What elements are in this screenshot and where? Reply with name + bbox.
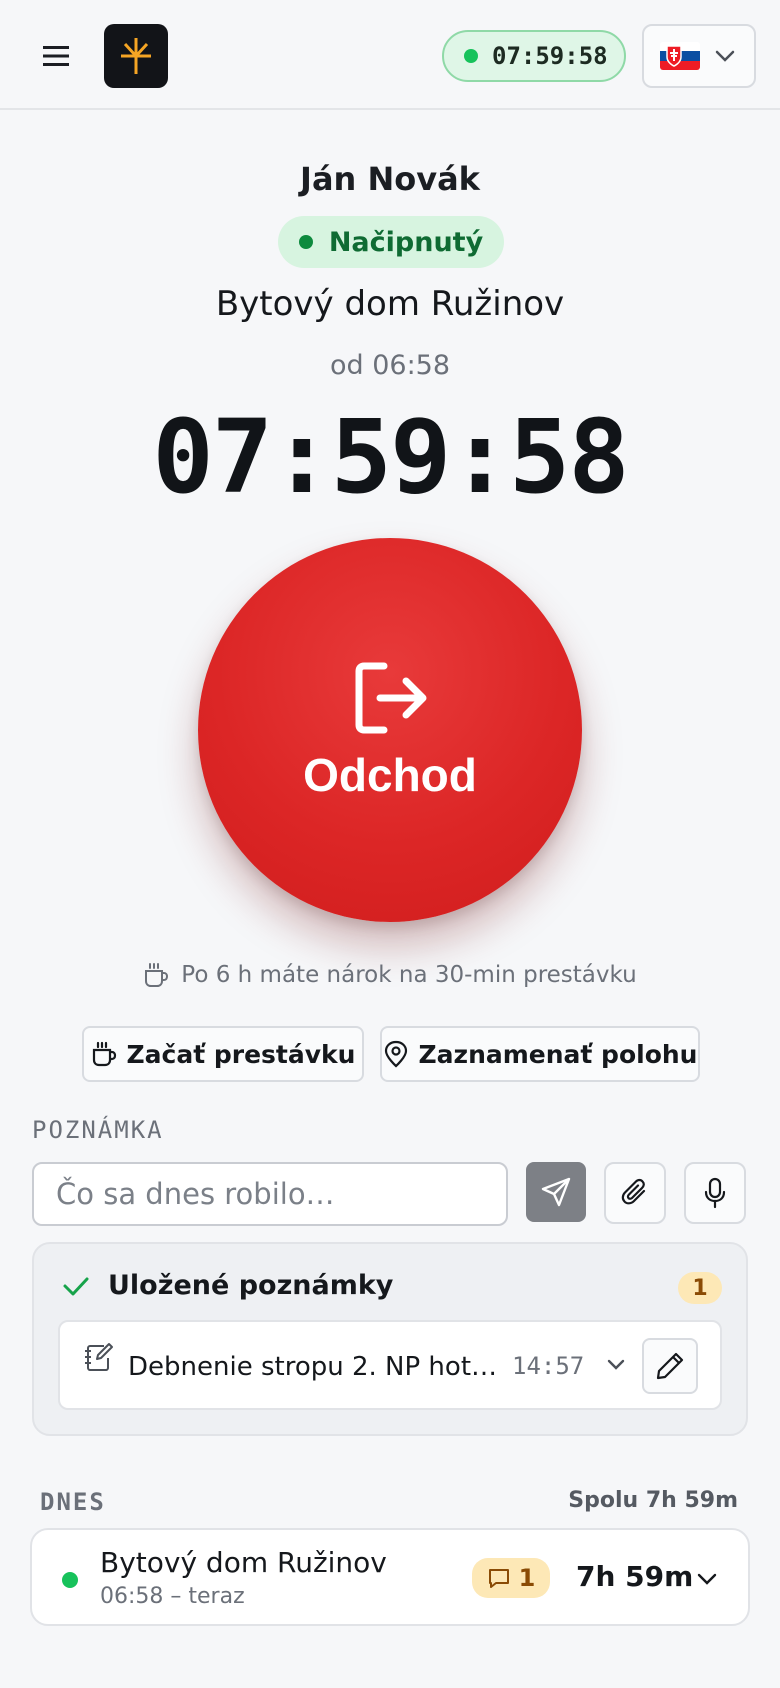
saved-note-text: Debnenie stropu 2. NP hotové <box>128 1352 500 1382</box>
saved-notes-panel: Uložené poznámky 1 Debnenie stropu 2. NP… <box>32 1242 748 1436</box>
elapsed-timer: 07:59:58 <box>152 398 629 517</box>
today-total: Spolu 7h 59m <box>568 1488 738 1513</box>
coffee-cup-icon <box>145 963 169 987</box>
time-entry-row[interactable]: Bytový dom Ružinov 06:58 – teraz 1 7h 59… <box>30 1528 750 1626</box>
note-input[interactable]: Čo sa dnes robilo… <box>32 1162 508 1226</box>
clock-out-button[interactable]: Odchod <box>198 538 582 922</box>
status-text: Načipnutý <box>328 226 484 258</box>
saved-note-time: 14:57 <box>512 1352 585 1380</box>
saved-notes-count: 1 <box>678 1272 722 1304</box>
language-selector[interactable] <box>642 24 756 88</box>
asterisk-logo-icon[interactable] <box>104 24 168 88</box>
clock-in-time: od 06:58 <box>329 350 451 381</box>
live-timer-text: 07:59:58 <box>492 42 608 70</box>
notebook-edit-icon <box>85 1343 113 1371</box>
record-location-label: Zaznamenať polohu <box>418 1039 698 1069</box>
start-break-label: Začať prestávku <box>126 1039 356 1069</box>
slovak-flag-icon <box>660 42 700 70</box>
note-section-label: POZNÁMKA <box>32 1116 164 1144</box>
live-timer-badge: 07:59:58 <box>442 30 626 82</box>
saved-notes-header[interactable]: Uložené poznámky <box>62 1270 393 1301</box>
entry-comments-count: 1 <box>518 1564 536 1592</box>
chevron-down-icon[interactable] <box>696 1572 718 1586</box>
status-dot <box>298 235 313 249</box>
entry-comments-badge: 1 <box>472 1558 550 1598</box>
chevron-down-icon <box>715 50 735 62</box>
attach-file-button[interactable] <box>604 1162 666 1224</box>
active-entry-dot <box>62 1572 78 1588</box>
map-pin-icon <box>384 1040 407 1068</box>
coffee-cup-icon <box>92 1041 116 1067</box>
comment-icon <box>488 1569 509 1588</box>
pencil-icon <box>656 1352 684 1380</box>
today-section-label: DNES <box>40 1488 106 1516</box>
note-placeholder: Čo sa dnes robilo… <box>56 1177 335 1211</box>
logout-icon <box>355 662 427 734</box>
check-icon <box>63 1277 89 1295</box>
paperclip-icon <box>621 1178 646 1205</box>
worker-name: Ján Novák <box>300 160 480 198</box>
hamburger-menu-icon[interactable] <box>36 36 76 76</box>
break-hint: Po 6 h máte nárok na 30-min prestávku <box>0 962 780 988</box>
chevron-down-icon[interactable] <box>606 1358 626 1372</box>
send-note-button[interactable] <box>526 1162 586 1222</box>
send-icon <box>541 1177 571 1207</box>
edit-note-button[interactable] <box>642 1338 698 1394</box>
status-badge: Načipnutý <box>278 216 504 268</box>
entry-site: Bytový dom Ružinov <box>100 1546 387 1579</box>
entry-time-range: 06:58 – teraz <box>100 1584 245 1609</box>
live-indicator-dot <box>464 49 478 63</box>
microphone-icon <box>704 1177 726 1209</box>
voice-note-button[interactable] <box>684 1162 746 1224</box>
clock-out-label: Odchod <box>303 749 477 801</box>
current-site: Bytový dom Ružinov <box>215 284 565 324</box>
entry-duration: 7h 59m <box>576 1560 694 1593</box>
app-header: 07:59:58 <box>0 0 780 110</box>
break-hint-text: Po 6 h máte nárok na 30-min prestávku <box>181 962 637 988</box>
record-location-button[interactable]: Zaznamenať polohu <box>380 1026 700 1082</box>
start-break-button[interactable]: Začať prestávku <box>82 1026 364 1082</box>
saved-note-item[interactable]: Debnenie stropu 2. NP hotové 14:57 <box>58 1320 722 1410</box>
saved-notes-title: Uložené poznámky <box>108 1270 394 1301</box>
